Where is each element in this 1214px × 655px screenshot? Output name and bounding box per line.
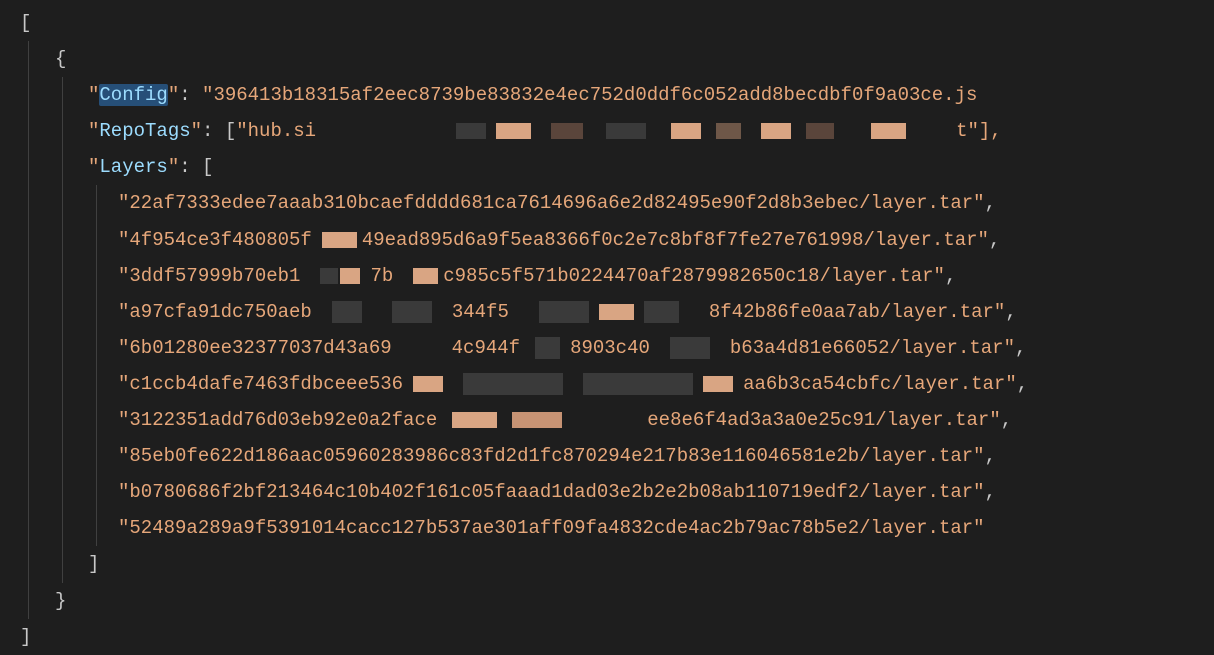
json-property-config: "Config": "396413b18315af2eec8739be83832… (0, 77, 1214, 113)
layer-entry: "3ddf57999b70eb1 7b c985c5f571b0224470af… (0, 258, 1214, 294)
redacted-region (392, 337, 452, 359)
redacted-region (312, 301, 452, 323)
redacted-region (437, 409, 647, 431)
layer-entry: "4f954ce3f480805f 49ead895d6a9f5ea8366f0… (0, 222, 1214, 258)
layer-entry: "22af7333edee7aaab310bcaefdddd681ca76146… (0, 185, 1214, 221)
redacted-region (650, 337, 730, 359)
layer-entry: "3122351add76d03eb92e0a2face ee8e6f4ad3a… (0, 402, 1214, 438)
redacted-region (509, 301, 709, 323)
redacted-region (312, 229, 362, 251)
redacted-region (403, 373, 743, 395)
layer-entry: "52489a289a9f5391014cacc127b537ae301aff0… (0, 510, 1214, 546)
layer-entry: "85eb0fe622d186aac05960283986c83fd2d1fc8… (0, 438, 1214, 474)
layer-entry: "a97cfa91dc750aeb 344f5 8f42b86fe0aa7ab/… (0, 294, 1214, 330)
redacted-region (520, 337, 570, 359)
code-editor[interactable]: [ { "Config": "396413b18315af2eec8739be8… (0, 5, 1214, 655)
redacted-region (300, 265, 370, 287)
redacted-region (393, 265, 443, 287)
layer-entry: "6b01280ee32377037d43a694c944f 8903c40 b… (0, 330, 1214, 366)
json-open-array: [ (0, 5, 1214, 41)
config-value: 396413b18315af2eec8739be83832e4ec752d0dd… (213, 84, 977, 106)
json-property-layers: "Layers": [ (0, 149, 1214, 185)
repotag-value: hub.si (248, 120, 316, 142)
json-close-object: } (0, 583, 1214, 619)
layer-entry: "c1ccb4dafe7463fdbceee536 aa6b3ca54cbfc/… (0, 366, 1214, 402)
json-open-object: { (0, 41, 1214, 77)
json-property-repotags: "RepoTags": ["hub.si t"], (0, 113, 1214, 149)
layer-entry: "b0780686f2bf213464c10b402f161c05faaad1d… (0, 474, 1214, 510)
json-close-array: ] (0, 619, 1214, 655)
redacted-region (316, 120, 956, 142)
json-close-array-inner: ] (0, 546, 1214, 582)
